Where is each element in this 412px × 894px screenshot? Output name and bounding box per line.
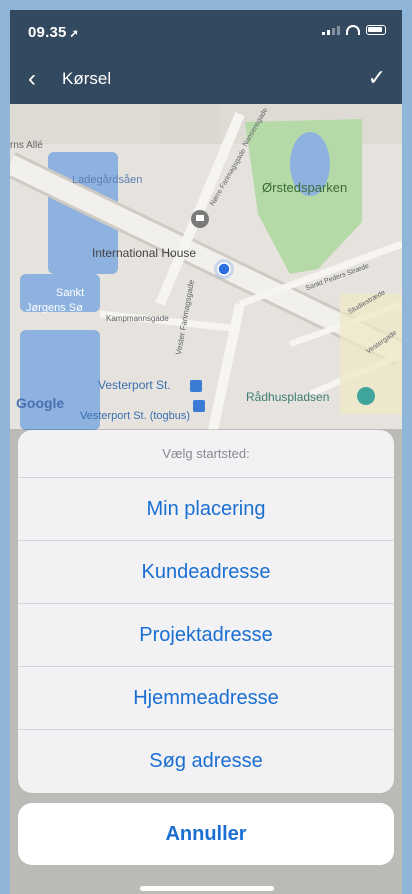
map-label-poi: International House: [92, 246, 197, 260]
option-hjemmeadresse[interactable]: Hjemmeadresse: [18, 667, 394, 730]
option-kundeadresse[interactable]: Kundeadresse: [18, 541, 394, 604]
google-attribution: Google: [16, 395, 65, 411]
status-icons: [322, 25, 386, 35]
option-soeg-adresse[interactable]: Søg adresse: [18, 730, 394, 793]
status-bar: 09.35 ➚: [10, 10, 402, 54]
action-sheet: Vælg startsted: Min placering Kundeadres…: [18, 430, 394, 793]
square-pin-icon: [357, 387, 375, 405]
navigation-bar: ‹ Kørsel ✓: [10, 54, 402, 104]
map-label-park: Ørstedsparken: [262, 180, 348, 195]
home-indicator[interactable]: [140, 886, 274, 891]
map-label-street: rns Allé: [10, 140, 43, 151]
map-label-kampmann: Kampmannsgade: [106, 314, 169, 323]
confirm-checkmark-icon[interactable]: ✓: [368, 65, 386, 91]
map-label-square: Rådhuspladsen: [246, 390, 330, 404]
map-label-lake: Ladegårdsåen: [72, 174, 143, 186]
map-label-lake2-line2: Jørgens Sø: [26, 302, 83, 314]
map-label-station-bus: Vesterport St. (togbus): [80, 410, 191, 422]
page-title: Kørsel: [62, 69, 112, 88]
bus-station-icon: [193, 400, 205, 412]
phone-screen: 09.35 ➚ ‹ Kørsel ✓ rns Allé Ladegårdsåen…: [10, 10, 402, 894]
back-chevron-icon[interactable]: ‹: [28, 65, 36, 93]
battery-icon: [366, 25, 386, 35]
option-projektadresse[interactable]: Projektadresse: [18, 604, 394, 667]
cellular-signal-icon: [322, 25, 340, 35]
map-label-station: Vesterport St.: [98, 378, 171, 392]
my-location-dot: [217, 262, 231, 276]
wifi-icon: [346, 25, 360, 35]
map-label-lake2-line1: Sankt: [56, 287, 85, 299]
location-arrow-icon: ➚: [69, 28, 79, 40]
status-time: 09.35 ➚: [28, 24, 79, 41]
option-min-placering[interactable]: Min placering: [18, 478, 394, 541]
cancel-button[interactable]: Annuller: [18, 803, 394, 865]
train-station-icon: [190, 380, 202, 392]
action-sheet-header: Vælg startsted:: [18, 430, 394, 478]
